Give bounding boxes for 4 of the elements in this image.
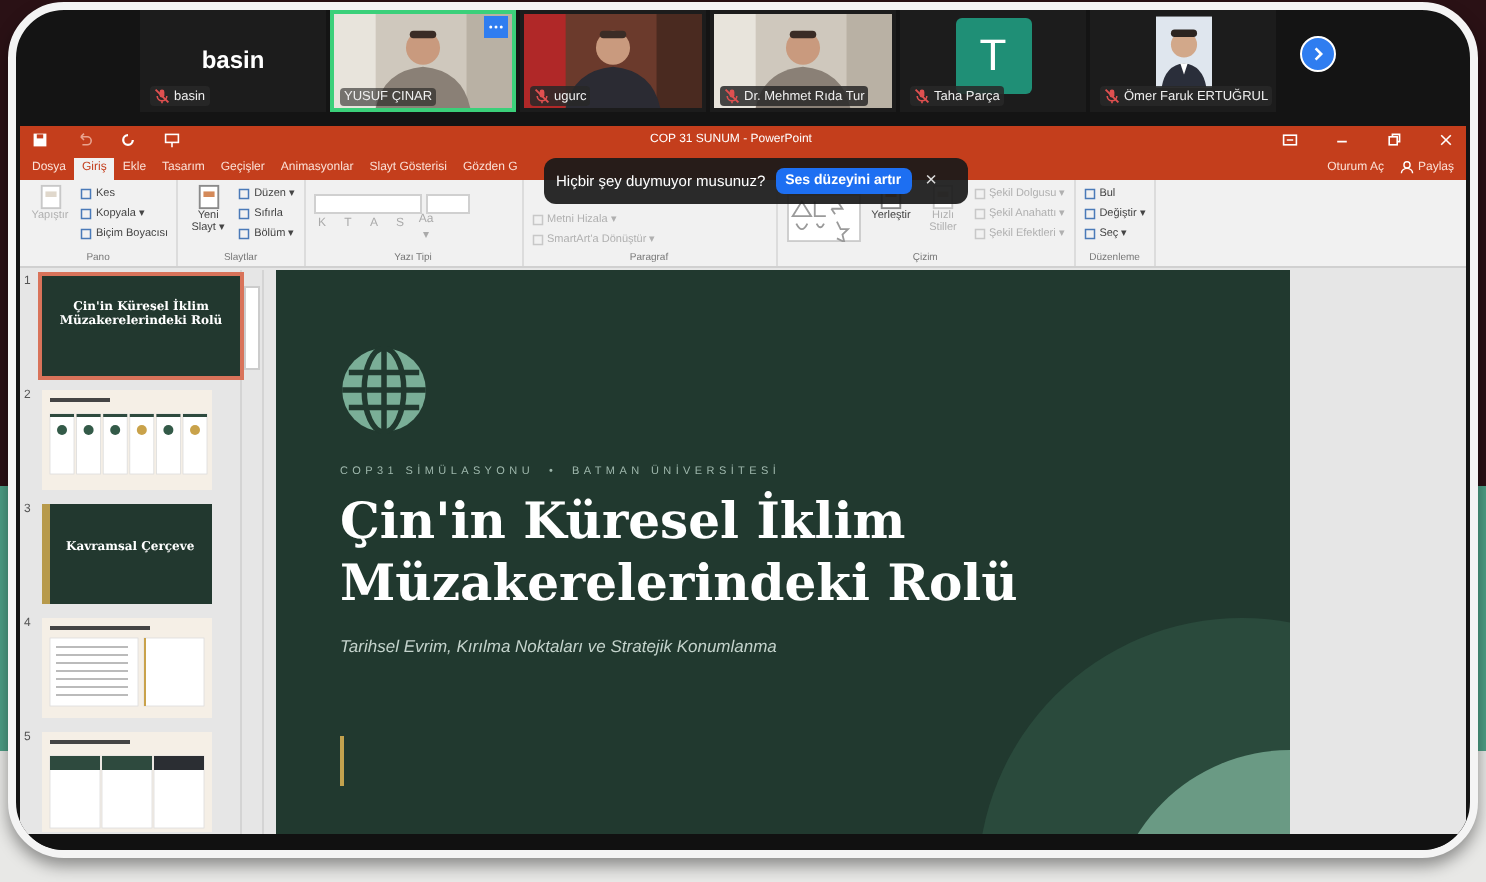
slide-subtitle: Tarihsel Evrim, Kırılma Noktaları ve Stratejik Konumlanma <box>340 635 777 655</box>
avatar: T <box>955 18 1031 94</box>
slide-title: Çin'in Küresel İklim Müzakerelerindeki Rolü <box>340 490 1018 615</box>
close-button[interactable]: × <box>925 170 937 192</box>
